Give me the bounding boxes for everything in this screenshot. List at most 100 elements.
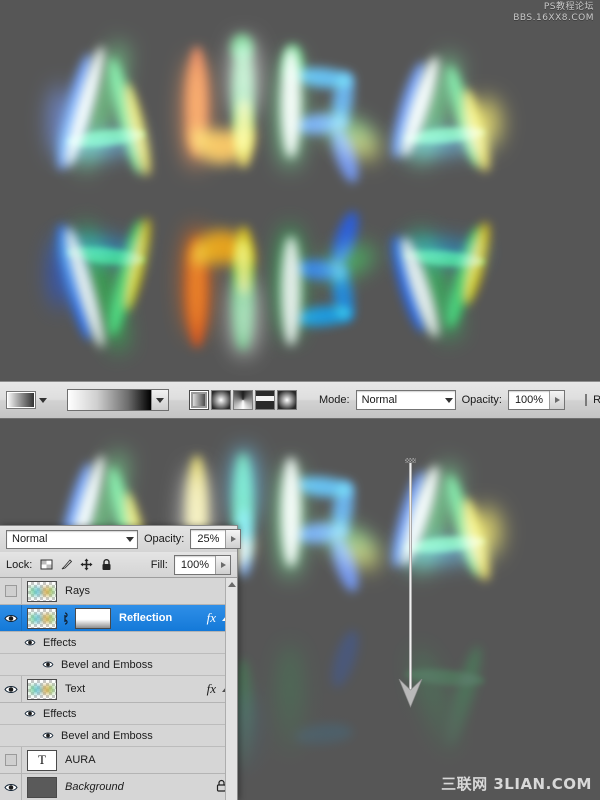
chevron-down-icon [444, 397, 453, 403]
chevron-down-icon [126, 536, 134, 542]
layer-thumbnail[interactable] [27, 580, 57, 602]
reverse-checkbox[interactable] [585, 394, 588, 406]
scroll-up-arrow-icon[interactable] [227, 582, 236, 587]
layers-panel[interactable]: Normal Opacity: 25% Lock: Fill: 100% Ray… [0, 525, 242, 800]
radial-gradient-button[interactable] [211, 390, 231, 410]
visibility-toggle[interactable] [0, 747, 22, 773]
opacity-label: Opacity: [461, 394, 502, 406]
effect-row-bevel-text[interactable]: Bevel and Emboss [0, 725, 237, 747]
eye-icon [3, 614, 18, 622]
triangle-right-icon [554, 397, 560, 403]
gradient-drag-arrowhead [398, 679, 423, 708]
glyph-u [173, 34, 283, 198]
glyph-a-1 [49, 34, 175, 194]
visibility-toggle[interactable] [22, 709, 38, 718]
visibility-toggle[interactable] [40, 731, 56, 740]
layer-blend-mode-value: Normal [12, 533, 48, 545]
gradient-picker-dropdown-button[interactable] [152, 390, 168, 410]
layer-name: Rays [65, 585, 91, 597]
blend-mode-value: Normal [361, 394, 398, 406]
layer-effects-fx-icon[interactable]: fx [207, 681, 216, 697]
watermark-line-2: BBS.16XX8.COM [513, 13, 594, 23]
angle-gradient-button[interactable] [233, 390, 253, 410]
layer-row-reflection[interactable]: Reflection fx [0, 605, 237, 632]
lock-buttons[interactable] [40, 558, 113, 571]
document-canvas-top[interactable]: PS教程论坛 BBS.16XX8.COM [0, 0, 600, 381]
artwork-aura-main [49, 34, 555, 194]
effect-label: Bevel and Emboss [61, 658, 153, 671]
layer-list[interactable]: Rays Reflection fx Effects Bevel and Emb… [0, 578, 237, 800]
visibility-toggle[interactable] [0, 605, 22, 631]
effects-group-row-reflection[interactable]: Effects [0, 632, 237, 654]
fill-stepper[interactable] [215, 555, 230, 574]
lock-position-move-icon[interactable] [80, 558, 93, 571]
layers-blend-row[interactable]: Normal Opacity: 25% [0, 526, 242, 552]
gradient-editor-picker[interactable] [67, 389, 169, 411]
layer-name: Reflection [119, 612, 173, 624]
layer-thumbnail[interactable] [27, 607, 57, 629]
gradient-tool-options-bar[interactable]: Mode: Normal Opacity: 100% Reverse ✔ [0, 381, 600, 419]
opacity-stepper[interactable] [549, 391, 565, 409]
chevron-down-icon [39, 397, 47, 403]
lock-transparent-pixels-icon[interactable] [40, 558, 53, 571]
eye-icon [42, 661, 54, 668]
eye-icon [3, 685, 18, 693]
type-t-glyph: T [38, 752, 46, 767]
visibility-toggle[interactable] [0, 774, 22, 800]
gradient-swatch-icon [6, 391, 36, 409]
eye-icon [24, 710, 36, 717]
layer-opacity-label: Opacity: [144, 533, 185, 545]
layer-opacity-stepper[interactable] [225, 530, 241, 548]
eye-icon [24, 639, 36, 646]
visibility-toggle[interactable] [40, 660, 56, 669]
reverse-label: Reverse [593, 394, 600, 406]
visibility-toggle[interactable] [0, 676, 22, 702]
lock-label: Lock: [6, 558, 33, 571]
diamond-gradient-button[interactable] [277, 390, 297, 410]
effect-label: Bevel and Emboss [61, 729, 153, 742]
layer-mask-thumbnail[interactable] [75, 607, 111, 629]
layers-scrollbar[interactable] [225, 578, 237, 800]
visibility-toggle[interactable] [22, 638, 38, 647]
fill-label: Fill: [150, 558, 168, 571]
effects-label: Effects [43, 636, 77, 649]
eye-icon [42, 732, 54, 739]
layer-row-text[interactable]: Text fx [0, 676, 237, 703]
layer-thumbnail[interactable] [27, 678, 57, 700]
opacity-field[interactable]: 100% [507, 390, 566, 410]
lock-image-pixels-brush-icon[interactable] [60, 558, 73, 571]
watermark-line-1: PS教程论坛 [543, 2, 594, 12]
effect-row-bevel-reflection[interactable]: Bevel and Emboss [0, 654, 237, 676]
type-layer-thumbnail[interactable]: T [27, 749, 57, 771]
gradient-drag-line [409, 463, 412, 693]
link-mask-icon[interactable] [60, 611, 69, 625]
layer-thumbnail[interactable] [27, 776, 57, 798]
gradient-preset-swatch-button[interactable] [6, 391, 47, 409]
gradient-preview-icon[interactable] [68, 390, 152, 410]
chevron-down-icon [156, 397, 164, 403]
eye-off-icon [4, 585, 17, 597]
linear-gradient-button[interactable] [189, 390, 209, 410]
triangle-right-icon [220, 561, 226, 568]
artwork-aura-reflection [49, 200, 555, 360]
layer-row-background[interactable]: Background [0, 774, 237, 800]
eye-icon [3, 783, 18, 791]
effects-group-row-text[interactable]: Effects [0, 703, 237, 725]
reflected-gradient-button[interactable] [255, 390, 275, 410]
layers-lock-row[interactable]: Lock: Fill: 100% [0, 552, 237, 578]
blend-mode-select[interactable]: Normal [355, 390, 456, 410]
lock-all-padlock-icon[interactable] [100, 558, 113, 571]
visibility-toggle[interactable] [0, 578, 22, 604]
layer-blend-mode-select[interactable]: Normal [6, 529, 138, 549]
layer-name: AURA [65, 754, 96, 766]
layer-effects-fx-icon[interactable]: fx [207, 610, 216, 626]
mode-label: Mode: [319, 394, 350, 406]
layer-row-rays[interactable]: Rays [0, 578, 237, 605]
layer-opacity-field[interactable]: 25% [190, 529, 242, 549]
layer-name: Text [65, 683, 86, 695]
layer-row-aura[interactable]: T AURA [0, 747, 237, 774]
watermark-top-right: PS教程论坛 BBS.16XX8.COM [513, 2, 594, 24]
effects-label: Effects [43, 707, 77, 720]
gradient-type-buttons[interactable] [189, 390, 299, 410]
fill-field[interactable]: 100% [173, 554, 231, 575]
